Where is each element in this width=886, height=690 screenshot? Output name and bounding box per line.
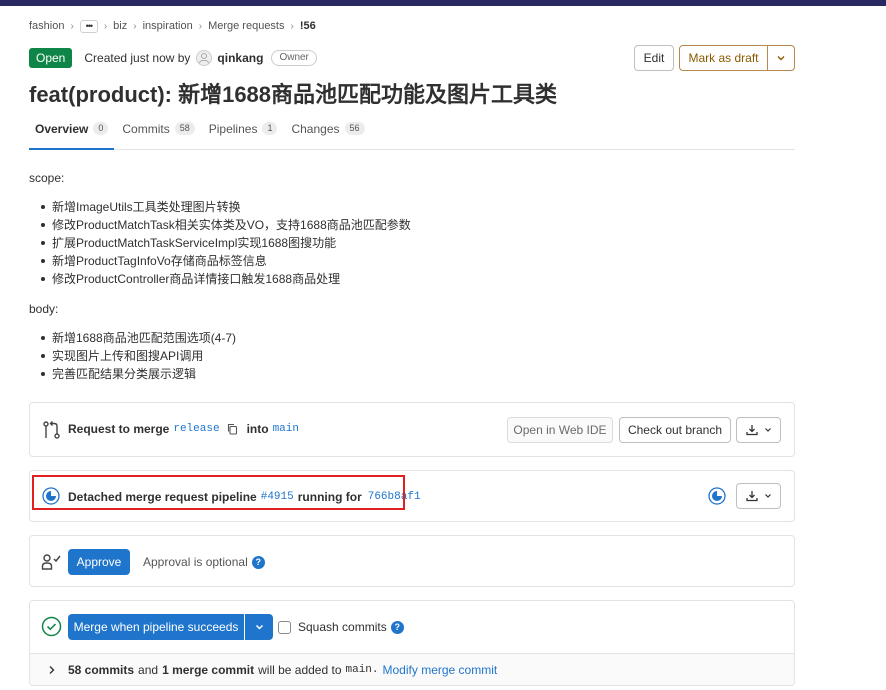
approval-optional: Approval is optional ?	[143, 555, 265, 569]
into-text: into	[246, 422, 269, 436]
merge-branch-info: Request to merge release into main	[68, 422, 299, 436]
open-in-web-ide-button[interactable]: Open in Web IDE	[507, 417, 613, 443]
will-be-added-text: will be added to	[258, 663, 342, 677]
download-icon	[745, 491, 758, 502]
breadcrumb-separator: ›	[198, 20, 203, 32]
request-to-merge-text: Request to merge	[68, 422, 170, 436]
merge-commit-summary: 58 commits and 1 merge commit will be ad…	[30, 653, 794, 685]
description-scope-label: scope:	[29, 171, 65, 185]
breadcrumb-item-biz[interactable]: biz	[113, 20, 127, 32]
approve-button[interactable]: Approve	[68, 549, 130, 575]
chevron-right-icon[interactable]	[48, 665, 56, 675]
body-list: 新增1688商品池匹配范围选项(4-7) 实现图片上传和图搜API调用 完善匹配…	[40, 329, 237, 383]
copy-icon[interactable]	[227, 423, 238, 435]
merge-action-card: Merge when pipeline succeeds Squash comm…	[29, 600, 795, 686]
owner-badge: Owner	[271, 50, 317, 66]
tab-label: Overview	[35, 122, 89, 136]
merge-commit-summary-text: 58 commits and 1 merge commit will be ad…	[68, 663, 497, 677]
chevron-down-icon	[764, 428, 771, 432]
squash-commits-label: Squash commits	[298, 620, 387, 634]
mr-status-row: Open Created just now by qinkang Owner	[29, 48, 317, 68]
list-item: 扩展ProductMatchTaskServiceImpl实现1688图搜功能	[41, 234, 411, 252]
merge-when-pipeline-succeeds-button[interactable]: Merge when pipeline succeeds	[68, 614, 244, 640]
tab-label: Changes	[291, 122, 340, 136]
list-item: 修改ProductMatchTask相关实体类及VO，支持1688商品池匹配参数	[41, 218, 411, 232]
author-avatar[interactable]	[196, 50, 213, 66]
breadcrumb-item-inspiration[interactable]: inspiration	[143, 20, 193, 32]
edit-button[interactable]: Edit	[634, 45, 674, 71]
tab-commits[interactable]: Commits 58	[116, 116, 200, 150]
top-navigation-bar	[0, 0, 886, 6]
tab-pipelines[interactable]: Pipelines 1	[203, 116, 284, 150]
tab-label: Commits	[122, 122, 170, 136]
tab-count: 56	[344, 122, 365, 135]
check-out-branch-button[interactable]: Check out branch	[619, 417, 731, 443]
list-item: 修改ProductController商品详情接口触发1688商品处理	[41, 270, 411, 288]
scope-list: 新增ImageUtils工具类处理图片转换 修改ProductMatchTask…	[41, 198, 411, 288]
approval-user-icon	[41, 554, 61, 570]
merge-request-branch-card: Request to merge release into main Open …	[29, 402, 795, 457]
artifacts-dropdown-button[interactable]	[736, 483, 781, 509]
breadcrumb-separator: ›	[70, 20, 74, 32]
target-branch-link[interactable]: main	[273, 423, 299, 435]
download-icon	[745, 425, 758, 436]
author-name[interactable]: qinkang	[217, 51, 263, 65]
download-dropdown-button[interactable]	[736, 417, 781, 443]
tab-changes[interactable]: Changes 56	[285, 116, 370, 150]
breadcrumb-separator: ›	[133, 20, 137, 32]
breadcrumb-item-merge-requests[interactable]: Merge requests	[208, 20, 284, 32]
squash-commits-option[interactable]: Squash commits ?	[278, 620, 404, 634]
breadcrumb-item-fashion[interactable]: fashion	[29, 20, 64, 32]
help-icon[interactable]: ?	[251, 555, 265, 569]
help-icon[interactable]: ?	[390, 620, 404, 634]
list-item: 完善匹配结果分类展示逻辑	[40, 365, 236, 383]
list-item: 实现图片上传和图搜API调用	[40, 347, 236, 365]
chevron-down-icon	[777, 56, 785, 61]
merge-commit-count: 1 merge commit	[162, 663, 255, 677]
mr-tabs: Overview 0 Commits 58 Pipelines 1 Change…	[29, 116, 795, 150]
list-item: 新增ImageUtils工具类处理图片转换	[41, 198, 411, 216]
breadcrumb-more-button[interactable]: •••	[79, 19, 98, 33]
pipeline-status-icon[interactable]	[708, 487, 726, 505]
more-actions-dropdown-button[interactable]	[767, 45, 795, 71]
tab-count: 58	[174, 122, 195, 135]
breadcrumb-separator: ›	[103, 20, 108, 32]
modify-merge-commit-link[interactable]: Modify merge commit	[383, 663, 498, 677]
breadcrumb-separator: ›	[290, 20, 294, 32]
squash-commits-checkbox[interactable]	[278, 620, 291, 634]
chevron-down-icon	[764, 494, 771, 498]
list-item: 新增ProductTagInfoVo存储商品标签信息	[41, 252, 411, 270]
source-branch-link[interactable]: release	[173, 423, 219, 435]
avatar-icon	[199, 53, 210, 64]
tab-overview[interactable]: Overview 0	[29, 116, 115, 150]
approval-card: Approve Approval is optional ?	[29, 535, 795, 587]
breadcrumb: fashion › ••• › biz › inspiration › Merg…	[29, 19, 316, 33]
list-item: 新增1688商品池匹配范围选项(4-7)	[40, 331, 237, 345]
tab-count: 1	[262, 122, 278, 135]
status-badge: Open	[29, 48, 73, 68]
mark-as-draft-button[interactable]: Mark as draft	[679, 45, 768, 71]
tab-count: 0	[93, 122, 109, 135]
pipeline-highlight-box	[32, 475, 405, 510]
tab-label: Pipelines	[208, 122, 258, 136]
and-text: and	[138, 663, 159, 677]
commits-count: 58 commits	[68, 663, 135, 677]
merge-options-dropdown-button[interactable]	[245, 614, 273, 640]
target-branch-text: main.	[345, 664, 379, 676]
chevron-down-icon	[255, 624, 263, 630]
created-text: Created just now by	[84, 51, 191, 65]
merge-request-icon	[43, 421, 60, 439]
breadcrumb-item-current[interactable]: !56	[300, 20, 316, 32]
check-circle-icon	[41, 616, 62, 637]
page-title: feat(product): 新增1688商品池匹配功能及图片工具类	[29, 82, 558, 107]
approval-optional-text: Approval is optional	[143, 555, 248, 569]
description-body-label: body:	[29, 302, 59, 316]
